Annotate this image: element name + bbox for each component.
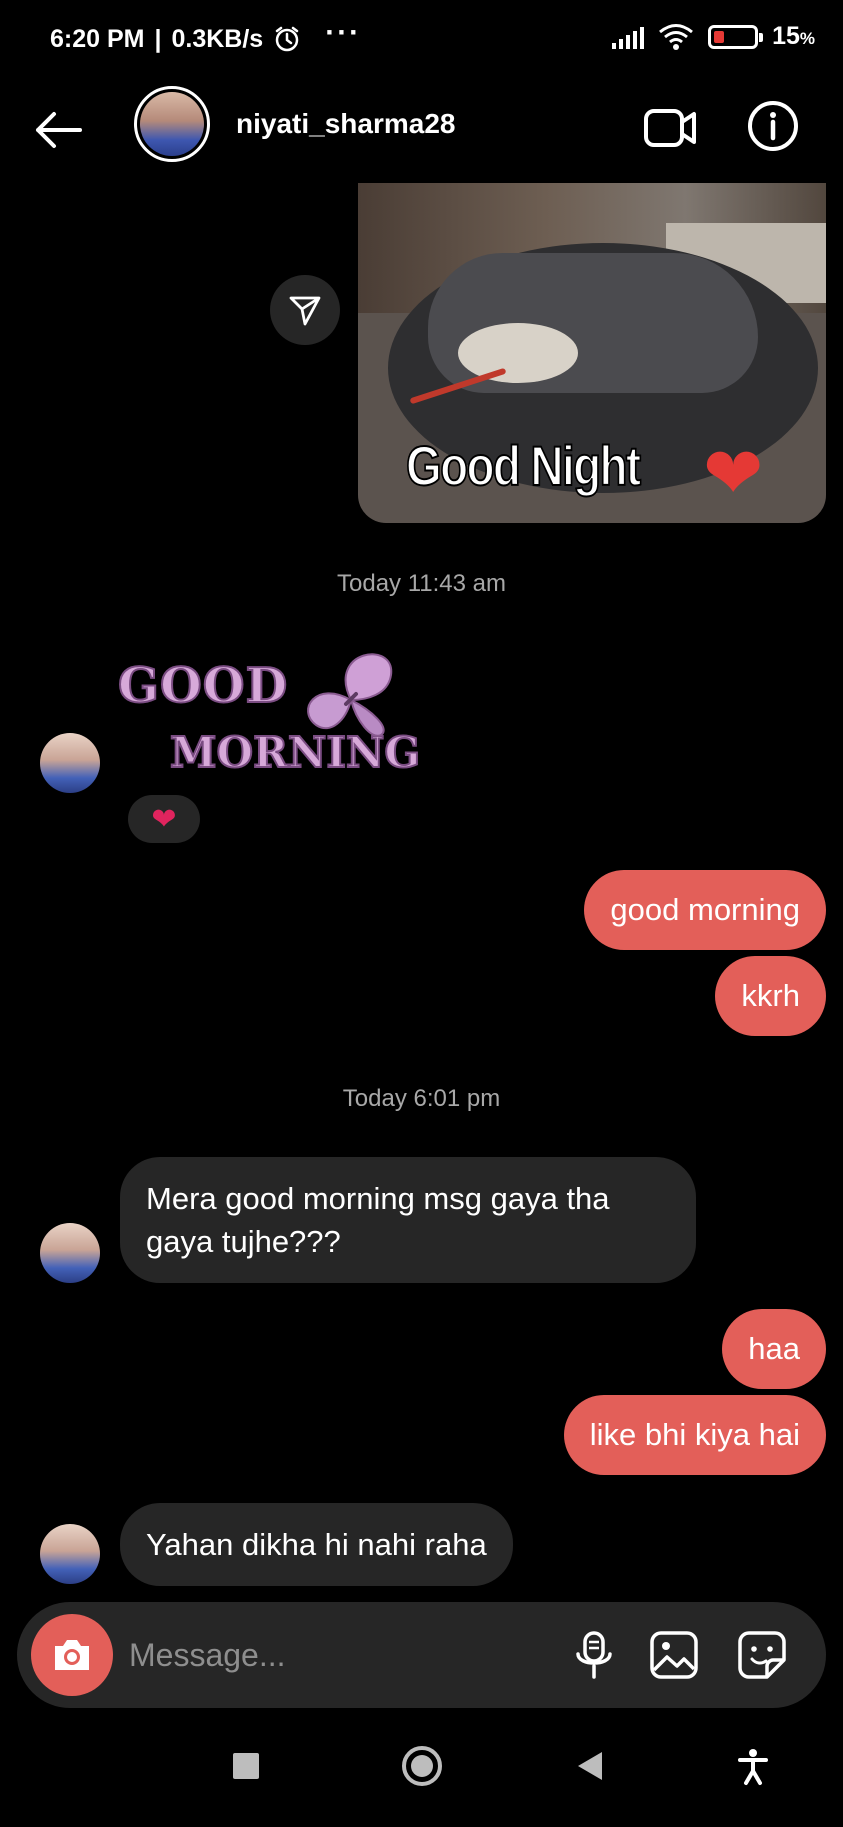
message-input[interactable] — [129, 1627, 459, 1683]
microphone-icon — [576, 1631, 612, 1679]
outgoing-message[interactable]: kkrh — [715, 956, 826, 1036]
heart-emoji: ❤ — [703, 434, 764, 514]
send-icon — [289, 296, 321, 326]
cell-signal-icon — [612, 25, 645, 49]
sticker-icon — [738, 1631, 786, 1679]
home-button[interactable] — [402, 1746, 442, 1786]
status-separator: | — [154, 24, 162, 53]
outgoing-message[interactable]: haa — [722, 1309, 826, 1389]
outgoing-message[interactable]: good morning — [584, 870, 826, 950]
butterfly-icon — [307, 653, 393, 737]
info-icon — [748, 101, 798, 151]
incoming-message[interactable]: Yahan dikha hi nahi raha — [120, 1503, 513, 1586]
video-camera-icon — [644, 109, 696, 147]
username[interactable]: niyati_sharma28 — [236, 108, 455, 140]
wifi-icon — [659, 23, 694, 50]
timestamp: Today 6:01 pm — [342, 1085, 501, 1112]
alarm-icon — [275, 26, 299, 52]
accessibility-icon — [738, 1749, 768, 1785]
camera-button[interactable] — [31, 1614, 113, 1696]
sticker-button[interactable] — [735, 1628, 789, 1682]
system-back-button[interactable] — [578, 1752, 602, 1780]
system-nav-bar — [0, 1720, 843, 1827]
outgoing-message[interactable]: like bhi kiya hai — [563, 1395, 826, 1475]
share-button[interactable] — [270, 275, 340, 345]
info-button[interactable] — [745, 98, 801, 154]
sticker-text-line1: GOOD — [117, 657, 289, 715]
message-composer — [17, 1602, 826, 1708]
camera-icon — [55, 1640, 89, 1670]
back-button[interactable] — [30, 102, 86, 158]
image-caption: Good Night — [405, 433, 642, 498]
image-icon — [650, 1631, 698, 1679]
microphone-button[interactable] — [567, 1628, 621, 1682]
battery-icon — [708, 24, 764, 49]
more-notifications-icon: ··· — [325, 16, 362, 49]
sender-avatar[interactable] — [40, 1524, 100, 1584]
status-left: 6:20 PM | 0.3KB/s ··· — [50, 16, 361, 56]
sent-image-message[interactable]: Good Night ❤ — [358, 183, 826, 523]
timestamp: Today 11:43 am — [337, 570, 506, 597]
good-morning-sticker[interactable]: GOOD MORNING — [117, 640, 428, 790]
status-right: 15% — [612, 22, 815, 51]
video-call-button[interactable] — [640, 98, 700, 158]
arrow-left-icon — [36, 112, 82, 148]
battery-percent: 15% — [772, 22, 815, 50]
status-bar: 6:20 PM | 0.3KB/s ··· 15% — [0, 0, 843, 80]
gallery-button[interactable] — [647, 1628, 701, 1682]
incoming-message[interactable]: Mera good morning msg gaya tha gaya tujh… — [120, 1157, 696, 1283]
sender-avatar[interactable] — [40, 733, 100, 793]
sender-avatar[interactable] — [40, 1223, 100, 1283]
clock: 6:20 PM — [50, 24, 145, 53]
network-speed: 0.3KB/s — [171, 24, 264, 53]
profile-avatar[interactable] — [134, 86, 210, 162]
heart-reaction[interactable]: ❤ — [128, 795, 200, 843]
recents-button[interactable] — [233, 1753, 259, 1779]
accessibility-button[interactable] — [733, 1746, 773, 1786]
chat-header: niyati_sharma28 — [0, 80, 843, 180]
